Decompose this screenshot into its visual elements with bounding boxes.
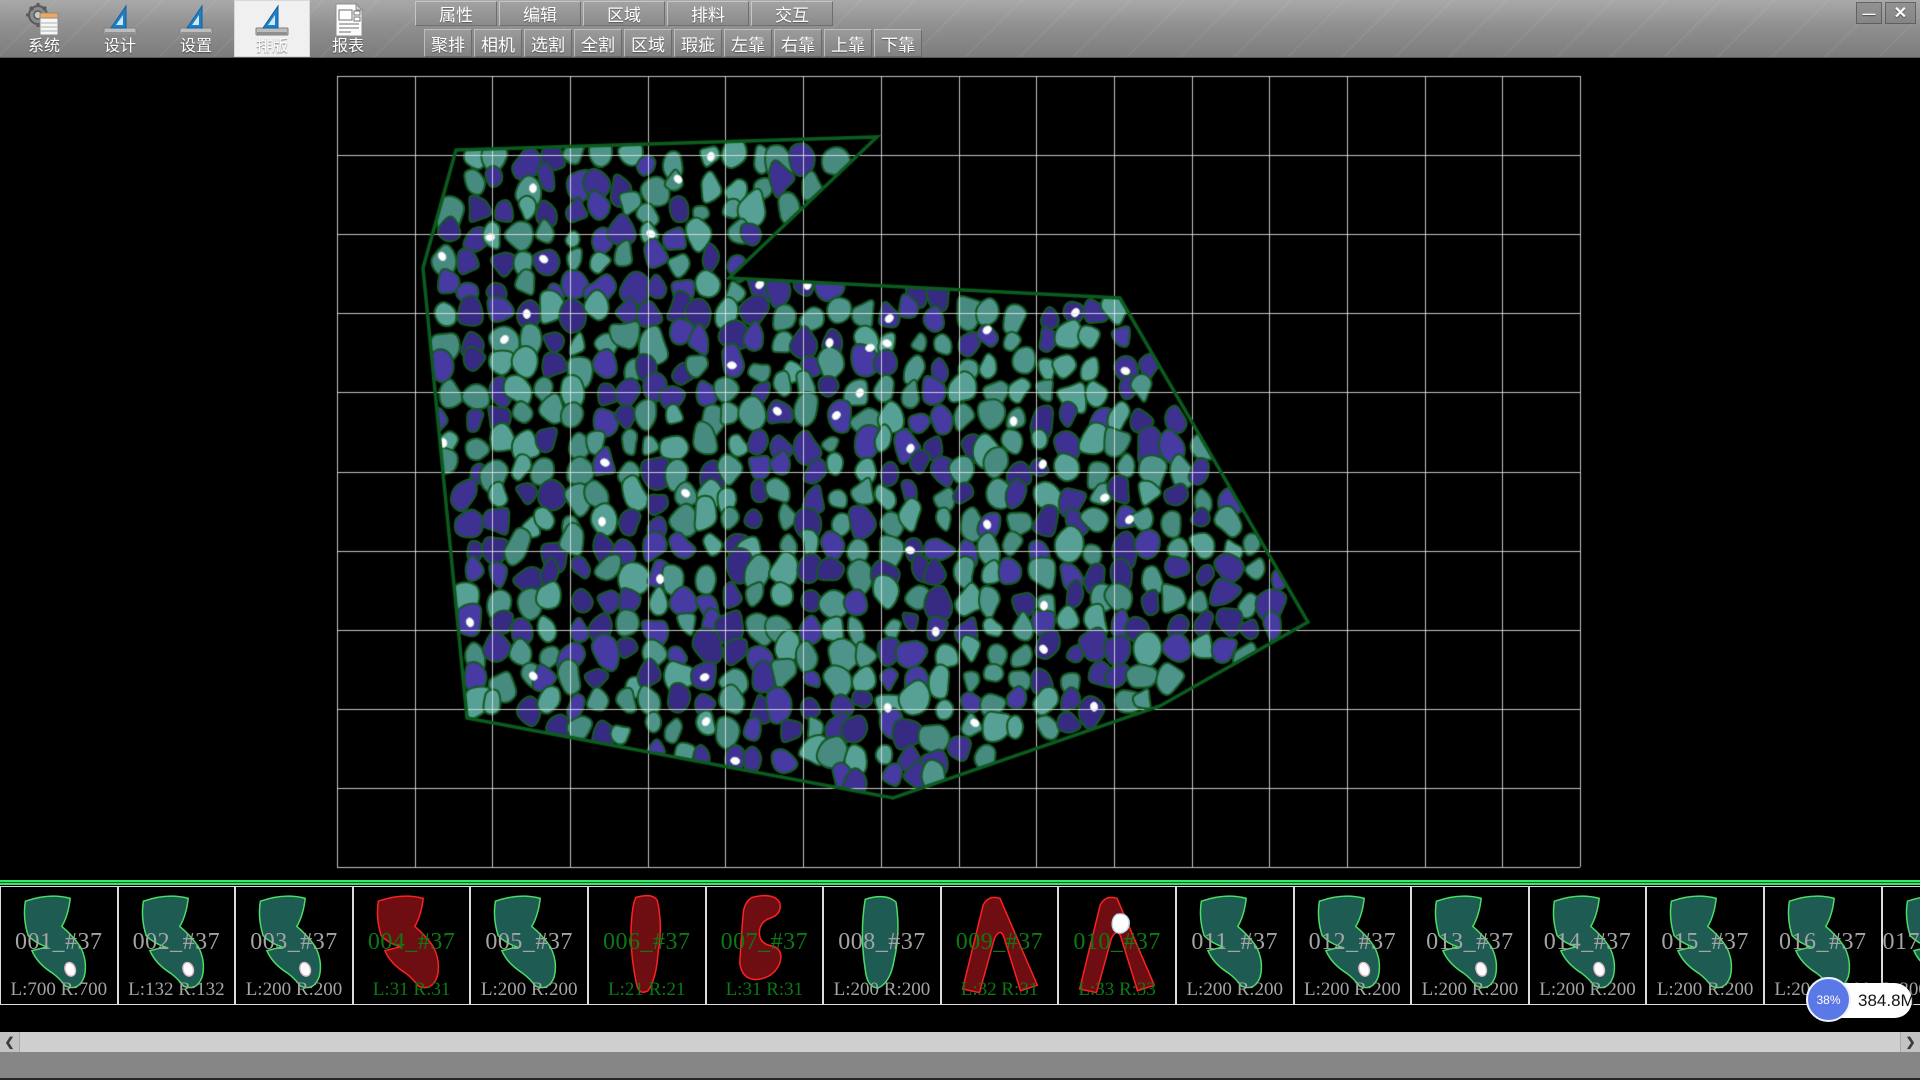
app-tab-bar: 系统 设计 设置 排版 报表 — [6, 0, 386, 57]
piece-lr-count: L:32 R:31 — [942, 979, 1058, 1001]
app-tab-报表[interactable]: 报表 — [310, 0, 386, 57]
thumbnail-011_#37[interactable]: 011_#37 L:200 R:200 — [1176, 886, 1294, 1005]
ribbon: 系统设计设置排版报表 属性编辑区域排料交互 聚排相机选割全割区域瑕疵左靠右靠上靠… — [0, 0, 1920, 58]
piece-id-label: 002_#37 — [119, 929, 235, 956]
tool-相机[interactable]: 相机 — [474, 29, 522, 57]
report-doc-icon — [329, 2, 367, 38]
tool-左靠[interactable]: 左靠 — [724, 29, 772, 57]
thumbnail-008_#37[interactable]: 008_#37 L:200 R:200 — [823, 886, 941, 1005]
window-controls: — ✕ — [1856, 2, 1916, 24]
application-window: 系统设计设置排版报表 属性编辑区域排料交互 聚排相机选割全割区域瑕疵左靠右靠上靠… — [0, 0, 1920, 1080]
horizontal-scrollbar[interactable]: ❮ ❯ — [0, 1032, 1920, 1052]
piece-id-label: 005_#37 — [471, 929, 587, 956]
menu-属性[interactable]: 属性 — [415, 1, 497, 26]
app-tab-label: 系统 — [28, 38, 60, 55]
piece-id-label: 014_#37 — [1530, 929, 1646, 956]
tool-瑕疵[interactable]: 瑕疵 — [674, 29, 722, 57]
tool-区域[interactable]: 区域 — [624, 29, 672, 57]
tool-全割[interactable]: 全割 — [574, 29, 622, 57]
app-tab-label: 设置 — [180, 38, 212, 55]
thumbnail-005_#37[interactable]: 005_#37 L:200 R:200 — [470, 886, 588, 1005]
thumbnail-010_#37[interactable]: 010_#37 L:33 R:33 — [1058, 886, 1176, 1005]
piece-lr-count: L:31 R:31 — [707, 979, 823, 1001]
tool-下靠[interactable]: 下靠 — [874, 29, 922, 57]
thumbnail-007_#37[interactable]: 007_#37 L:31 R:31 — [706, 886, 824, 1005]
piece-id-label: 017_#37 — [1883, 929, 1920, 956]
menu-编辑[interactable]: 编辑 — [499, 1, 581, 26]
piece-lr-count: L:200 R:200 — [1177, 979, 1293, 1001]
tool-聚排[interactable]: 聚排 — [424, 29, 472, 57]
tool-右靠[interactable]: 右靠 — [774, 29, 822, 57]
menu-交互[interactable]: 交互 — [751, 1, 833, 26]
app-tab-系统[interactable]: 系统 — [6, 0, 82, 57]
piece-id-label: 007_#37 — [707, 929, 823, 956]
thumbnail-006_#37[interactable]: 006_#37 L:21 R:21 — [588, 886, 706, 1005]
piece-id-label: 016_#37 — [1765, 929, 1881, 956]
close-button[interactable]: ✕ — [1885, 2, 1916, 24]
thumbnail-015_#37[interactable]: 015_#37 L:200 R:200 — [1646, 886, 1764, 1005]
piece-lr-count: L:200 R:200 — [236, 979, 352, 1001]
app-tab-label: 排版 — [256, 38, 288, 55]
piece-lr-count: L:33 R:33 — [1059, 979, 1175, 1001]
app-tab-排版[interactable]: 排版 — [234, 0, 310, 57]
piece-lr-count: L:200 R:200 — [1295, 979, 1411, 1001]
app-tab-设置[interactable]: 设置 — [158, 0, 234, 57]
piece-id-label: 004_#37 — [354, 929, 470, 956]
thumbnail-012_#37[interactable]: 012_#37 L:200 R:200 — [1294, 886, 1412, 1005]
scroll-right-icon[interactable]: ❯ — [1900, 1032, 1920, 1052]
set-square-icon — [177, 2, 215, 38]
app-tab-label: 报表 — [332, 38, 364, 55]
piece-lr-count: L:200 R:200 — [1530, 979, 1646, 1001]
thumbnail-003_#37[interactable]: 003_#37 L:200 R:200 — [235, 886, 353, 1005]
piece-id-label: 010_#37 — [1059, 929, 1175, 956]
tool-选割[interactable]: 选割 — [524, 29, 572, 57]
thumbnail-strip: 001_#37L:700 R:700002_#37L:132 R:132003_… — [0, 880, 1920, 1006]
minimize-button[interactable]: — — [1856, 2, 1882, 24]
menu-bar: 属性编辑区域排料交互 — [415, 1, 835, 26]
piece-lr-count: L:200 R:200 — [1765, 979, 1881, 1001]
piece-lr-count: L:200 R:200 — [1883, 979, 1920, 1001]
nesting-canvas[interactable] — [0, 57, 1920, 880]
system-gear-icon — [25, 2, 63, 38]
app-tab-label: 设计 — [104, 38, 136, 55]
thumbnail-013_#37[interactable]: 013_#37 L:200 R:200 — [1411, 886, 1529, 1005]
piece-id-label: 009_#37 — [942, 929, 1058, 956]
app-tab-设计[interactable]: 设计 — [82, 0, 158, 57]
menu-排料[interactable]: 排料 — [667, 1, 749, 26]
piece-id-label: 012_#37 — [1295, 929, 1411, 956]
piece-id-label: 013_#37 — [1412, 929, 1528, 956]
piece-id-label: 011_#37 — [1177, 929, 1293, 956]
piece-id-label: 003_#37 — [236, 929, 352, 956]
piece-lr-count: L:200 R:200 — [1412, 979, 1528, 1001]
piece-lr-count: L:31 R:31 — [354, 979, 470, 1001]
tool-上靠[interactable]: 上靠 — [824, 29, 872, 57]
thumbnail-014_#37[interactable]: 014_#37 L:200 R:200 — [1529, 886, 1647, 1005]
piece-id-label: 001_#37 — [1, 929, 117, 956]
piece-lr-count: L:200 R:200 — [824, 979, 940, 1001]
thumbnail-list: 001_#37L:700 R:700002_#37L:132 R:132003_… — [0, 886, 1920, 1005]
piece-lr-count: L:200 R:200 — [471, 979, 587, 1001]
tool-bar: 聚排相机选割全割区域瑕疵左靠右靠上靠下靠 — [424, 29, 924, 57]
set-square-icon — [253, 2, 291, 38]
thumbnail-017_#37[interactable]: 017_#37 L:200 R:200 — [1882, 886, 1920, 1005]
scroll-left-icon[interactable]: ❮ — [0, 1032, 20, 1052]
piece-lr-count: L:132 R:132 — [119, 979, 235, 1001]
thumbnail-001_#37[interactable]: 001_#37 L:700 R:700 — [0, 886, 118, 1005]
thumbnail-009_#37[interactable]: 009_#37 L:32 R:31 — [941, 886, 1059, 1005]
piece-id-label: 008_#37 — [824, 929, 940, 956]
piece-lr-count: L:21 R:21 — [589, 979, 705, 1001]
piece-id-label: 015_#37 — [1647, 929, 1763, 956]
thumbnail-016_#37[interactable]: 016_#37 L:200 R:200 — [1764, 886, 1882, 1005]
piece-lr-count: L:200 R:200 — [1647, 979, 1763, 1001]
thumbnail-002_#37[interactable]: 002_#37 L:132 R:132 — [118, 886, 236, 1005]
thumbnail-004_#37[interactable]: 004_#37 L:31 R:31 — [353, 886, 471, 1005]
set-square-icon — [101, 2, 139, 38]
status-bar — [0, 1052, 1920, 1078]
menu-区域[interactable]: 区域 — [583, 1, 665, 26]
piece-lr-count: L:700 R:700 — [1, 979, 117, 1001]
piece-id-label: 006_#37 — [589, 929, 705, 956]
